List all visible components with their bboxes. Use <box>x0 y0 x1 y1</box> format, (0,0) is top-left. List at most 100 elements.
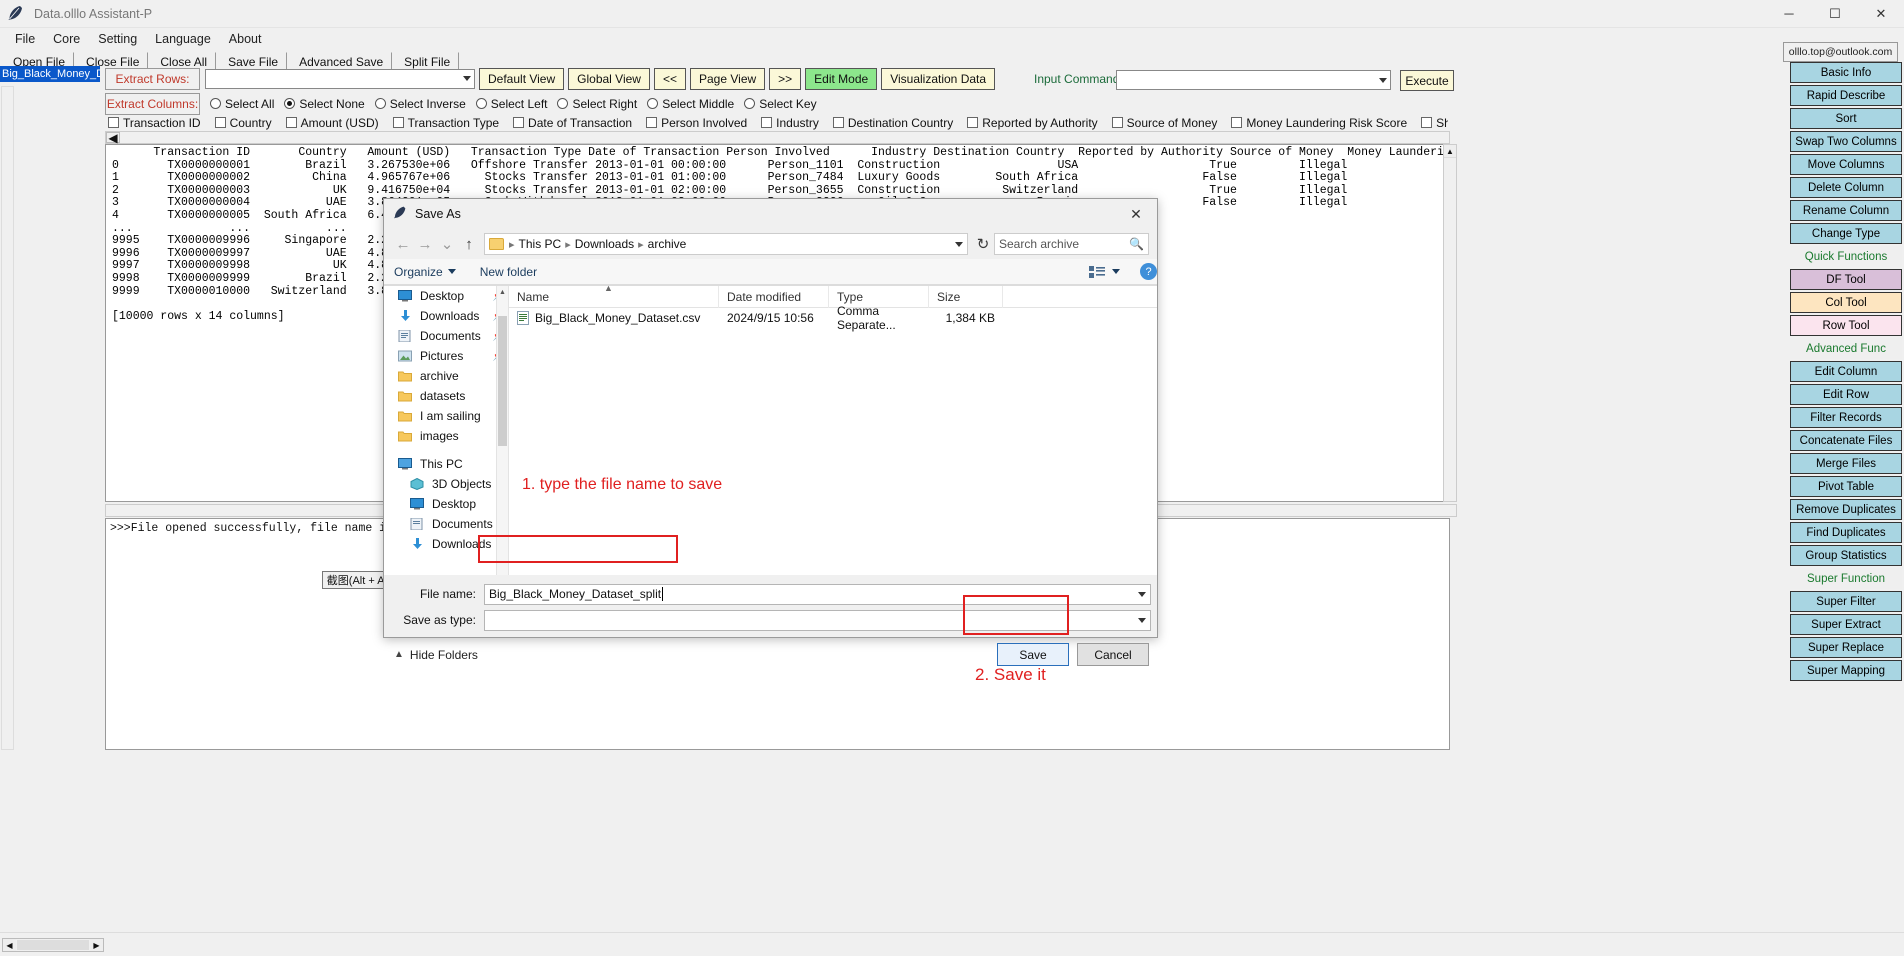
bottom-hscrollbar[interactable]: ◀ ▶ <box>2 938 104 952</box>
sidebar-item-merge-files[interactable]: Merge Files <box>1790 453 1902 474</box>
column-checkbox-country[interactable]: Country <box>214 116 272 130</box>
data-grid-vscrollbar[interactable]: ▲ <box>1443 144 1457 502</box>
filename-input[interactable]: Big_Black_Money_Dataset_split <box>484 583 1151 605</box>
tree-item-pc-desktop[interactable]: Desktop <box>384 494 508 514</box>
tree-item-i-am-sailing[interactable]: I am sailing <box>384 406 508 426</box>
chevron-down-icon[interactable] <box>1138 617 1146 623</box>
tree-item-images[interactable]: images <box>384 426 508 446</box>
sidebar-item-edit-column[interactable]: Edit Column <box>1790 361 1902 382</box>
sidebar-item-find-duplicates[interactable]: Find Duplicates <box>1790 522 1902 543</box>
global-view-button[interactable]: Global View <box>568 67 650 90</box>
view-mode-button[interactable] <box>1089 265 1120 279</box>
tree-item-3d-objects[interactable]: 3D Objects <box>384 474 508 494</box>
sidebar-item-group-statistics[interactable]: Group Statistics <box>1790 545 1902 566</box>
scroll-thumb[interactable] <box>17 940 89 950</box>
cancel-button[interactable]: Cancel <box>1077 643 1149 666</box>
maximize-button[interactable]: ☐ <box>1812 0 1858 28</box>
sidebar-item-df-tool[interactable]: DF Tool <box>1790 269 1902 290</box>
sidebar-item-sort[interactable]: Sort <box>1790 108 1902 129</box>
sidebar-item-rapid-describe[interactable]: Rapid Describe <box>1790 85 1902 106</box>
refresh-icon[interactable]: ↻ <box>972 233 994 255</box>
radio-select-all[interactable]: Select All <box>210 97 274 111</box>
sidebar-item-rename-column[interactable]: Rename Column <box>1790 200 1902 221</box>
breadcrumb-downloads[interactable]: Downloads <box>572 237 637 251</box>
edit-mode-button[interactable]: Edit Mode <box>805 67 878 90</box>
column-checkbox-reported-by-authority[interactable]: Reported by Authority <box>967 116 1098 130</box>
sidebar-item-filter-records[interactable]: Filter Records <box>1790 407 1902 428</box>
forward-icon[interactable]: → <box>414 233 436 255</box>
sidebar-item-row-tool[interactable]: Row Tool <box>1790 315 1902 336</box>
back-icon[interactable]: ← <box>392 233 414 255</box>
search-icon[interactable]: 🔍 <box>1129 237 1144 251</box>
column-checkbox-shell-companies-involved[interactable]: Shell Companies Involved <box>1421 116 1448 130</box>
sidebar-item-super-replace[interactable]: Super Replace <box>1790 637 1902 658</box>
tree-item-archive[interactable]: archive <box>384 366 508 386</box>
sidebar-item-swap-two-columns[interactable]: Swap Two Columns <box>1790 131 1902 152</box>
chevron-down-icon[interactable] <box>1138 591 1146 597</box>
tree-vscrollbar[interactable]: ▲ <box>496 286 508 575</box>
execute-button[interactable]: Execute <box>1400 70 1454 91</box>
scroll-up-arrow-icon[interactable]: ▲ <box>497 286 508 298</box>
scroll-left-arrow-icon[interactable]: ◀ <box>106 131 120 145</box>
navigation-tree[interactable]: Desktop📌 Downloads📌 Documents📌 Pictures📌… <box>384 286 509 575</box>
menu-item-language[interactable]: Language <box>146 30 220 48</box>
input-command-field[interactable] <box>1116 70 1391 90</box>
column-header-size[interactable]: Size <box>929 285 1003 308</box>
sidebar-item-remove-duplicates[interactable]: Remove Duplicates <box>1790 499 1902 520</box>
save-button[interactable]: Save <box>997 643 1069 666</box>
new-folder-button[interactable]: New folder <box>480 265 537 279</box>
next-page-button[interactable]: >> <box>769 67 802 90</box>
page-view-button[interactable]: Page View <box>690 67 766 90</box>
menu-item-file[interactable]: File <box>6 30 44 48</box>
minimize-button[interactable]: ─ <box>1766 0 1812 28</box>
data-grid-top-hscrollbar[interactable]: ◀ <box>105 131 1450 145</box>
chevron-down-icon[interactable] <box>1112 269 1120 274</box>
scroll-up-arrow-icon[interactable]: ▲ <box>1444 145 1456 158</box>
recent-locations-icon[interactable]: ⌄ <box>436 233 458 255</box>
tree-item-pc-documents[interactable]: Documents <box>384 514 508 534</box>
breadcrumb[interactable]: ▸ This PC ▸ Downloads ▸ archive <box>484 233 968 255</box>
column-checkbox-date-of-transaction[interactable]: Date of Transaction <box>513 116 632 130</box>
menu-item-about[interactable]: About <box>220 30 271 48</box>
radio-select-none[interactable]: Select None <box>284 97 365 111</box>
sidebar-item-super-filter[interactable]: Super Filter <box>1790 591 1902 612</box>
tree-item-datasets[interactable]: datasets <box>384 386 508 406</box>
column-header-date-modified[interactable]: Date modified <box>719 285 829 308</box>
column-checkbox-person-involved[interactable]: Person Involved <box>646 116 747 130</box>
left-vscrollbar[interactable] <box>1 86 14 750</box>
breadcrumb-this-pc[interactable]: This PC <box>516 237 565 251</box>
open-file-tab[interactable]: Big_Black_Money_Data <box>0 66 100 82</box>
column-checkbox-amount-usd[interactable]: Amount (USD) <box>285 116 379 130</box>
savetype-select[interactable] <box>484 609 1151 631</box>
tree-item-downloads[interactable]: Downloads📌 <box>384 306 508 326</box>
sidebar-item-concatenate-files[interactable]: Concatenate Files <box>1790 430 1902 451</box>
tree-item-documents[interactable]: Documents📌 <box>384 326 508 346</box>
column-checkbox-destination-country[interactable]: Destination Country <box>832 116 953 130</box>
dialog-close-icon[interactable]: ✕ <box>1115 200 1157 228</box>
scroll-thumb[interactable] <box>498 316 507 446</box>
sidebar-item-super-extract[interactable]: Super Extract <box>1790 614 1902 635</box>
table-row[interactable]: Big_Black_Money_Dataset.csv 2024/9/15 10… <box>509 304 1157 332</box>
breadcrumb-archive[interactable]: archive <box>645 237 690 251</box>
tree-item-desktop[interactable]: Desktop📌 <box>384 286 508 306</box>
radio-select-inverse[interactable]: Select Inverse <box>374 97 466 111</box>
visualization-data-button[interactable]: Visualization Data <box>881 67 996 90</box>
close-button[interactable]: ✕ <box>1858 0 1904 28</box>
column-checkbox-source-of-money[interactable]: Source of Money <box>1111 116 1217 130</box>
up-one-level-icon[interactable]: ↑ <box>458 233 480 255</box>
radio-select-right[interactable]: Select Right <box>557 97 637 111</box>
extract-rows-input[interactable] <box>205 68 475 89</box>
organize-button[interactable]: Organize <box>394 265 456 279</box>
tree-item-this-pc[interactable]: This PC <box>384 454 508 474</box>
menu-item-core[interactable]: Core <box>44 30 89 48</box>
sidebar-item-super-mapping[interactable]: Super Mapping <box>1790 660 1902 681</box>
chevron-down-icon[interactable] <box>955 241 963 247</box>
sidebar-item-change-type[interactable]: Change Type <box>1790 223 1902 244</box>
sidebar-item-move-columns[interactable]: Move Columns <box>1790 154 1902 175</box>
column-header-name[interactable]: Name ▲ <box>509 283 719 308</box>
scroll-right-arrow-icon[interactable]: ▶ <box>90 939 103 951</box>
radio-select-middle[interactable]: Select Middle <box>647 97 734 111</box>
radio-select-left[interactable]: Select Left <box>475 97 547 111</box>
column-checkbox-money-laundering-risk-score[interactable]: Money Laundering Risk Score <box>1231 116 1407 130</box>
tree-item-pictures[interactable]: Pictures📌 <box>384 346 508 366</box>
